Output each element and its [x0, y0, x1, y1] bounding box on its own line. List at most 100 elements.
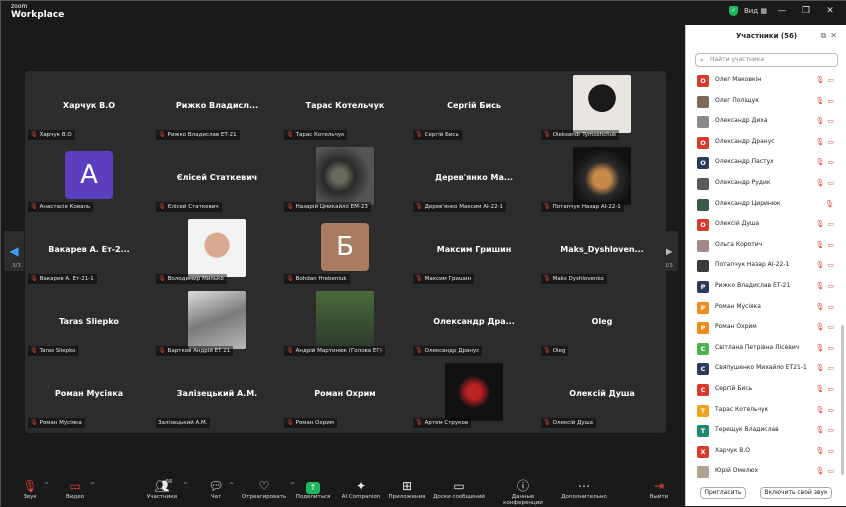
- participant-row[interactable]: Р Роман Охрим 🎙︎▭: [686, 318, 846, 338]
- video-tile[interactable]: Рижко Владисл... 🎙︎ Рижко Владислав ЕТ-21: [153, 71, 281, 143]
- video-button[interactable]: ▭ Видео ^: [63, 478, 95, 500]
- participant-name: Юрій Омелюх: [715, 467, 759, 475]
- video-tile[interactable]: 🎙︎ Потапчук Назар АІ-22-1: [538, 143, 666, 215]
- participant-photo: [316, 147, 374, 205]
- participant-status-icons: 🎙︎▭: [815, 117, 837, 125]
- invite-button[interactable]: Пригласить: [700, 487, 746, 499]
- video-tile[interactable]: 🎙︎ Володимир Милько: [153, 215, 281, 287]
- participant-status-icons: 🎙︎: [825, 200, 837, 208]
- video-tile[interactable]: Б 🎙︎ Bohdan Hrebeniuk: [281, 215, 409, 287]
- participant-row[interactable]: Ольга Коротич 🎙︎▭: [686, 236, 846, 256]
- tile-display-name: Єлісей Статкевич: [176, 173, 258, 182]
- security-shield-icon[interactable]: ✓: [728, 6, 738, 16]
- mic-muted-icon: 🎙︎: [30, 275, 38, 282]
- participant-row[interactable]: Т Тарас Котельчук 🎙︎▭: [686, 401, 846, 421]
- video-tile[interactable]: Сергій Бись 🎙︎ Сергій Бись: [410, 71, 538, 143]
- participant-status-icons: 🎙︎▭: [815, 241, 837, 249]
- participant-row[interactable]: Олег Поліщук 🎙︎▭: [686, 92, 846, 112]
- leave-button[interactable]: ⇥ Выйти: [647, 478, 671, 500]
- view-button[interactable]: Вид ▦: [744, 7, 767, 15]
- participant-row[interactable]: О Олег Маковкін 🎙︎▭: [686, 71, 846, 91]
- participant-row[interactable]: Олександр Диха 🎙︎▭: [686, 112, 846, 132]
- video-tile[interactable]: Роман Охрим 🎙︎ Роман Охрим: [281, 359, 409, 431]
- panel-scrollbar[interactable]: [841, 325, 844, 475]
- mic-muted-icon: 🎙︎: [815, 261, 828, 270]
- participant-row[interactable]: С Світлана Петрівна Лісевич 🎙︎▭: [686, 339, 846, 359]
- tile-label-text: Андрій Мартинюк (Голова ЕГ): [295, 348, 382, 354]
- popout-icon[interactable]: ⧉: [821, 31, 831, 40]
- participant-name: Сергій Бись: [715, 385, 753, 392]
- participant-row[interactable]: Потапчук Назар АІ-22-1 🎙︎▭: [686, 256, 846, 276]
- mic-muted-icon: 🎙︎: [815, 282, 828, 290]
- video-tile[interactable]: 🎙︎ Артем Струков: [410, 359, 538, 431]
- participant-row[interactable]: О Олександр Пастух 🎙︎▭: [686, 153, 846, 173]
- video-label: Видео: [66, 494, 84, 500]
- unmute-button[interactable]: Включить свой звук: [760, 487, 832, 499]
- video-grid: Харчук В.О 🎙︎ Харчук В.О Рижко Владисл... 🎙︎…: [25, 71, 666, 433]
- share-screen-icon: ↑: [295, 478, 331, 494]
- close-icon[interactable]: ✕: [821, 6, 839, 16]
- participant-row[interactable]: О Олексій Душа 🎙︎▭: [686, 215, 846, 235]
- video-tile[interactable]: А 🎙︎ Анастасія Коваль: [25, 143, 153, 215]
- mic-muted-icon: 🎙︎: [158, 275, 166, 282]
- tile-display-name: Олексій Душа: [569, 389, 635, 398]
- audio-caret-icon[interactable]: ^: [44, 482, 49, 489]
- video-off-icon: ▭: [827, 343, 837, 352]
- participant-status-icons: 🎙︎▭: [815, 447, 837, 455]
- participant-avatar: Р: [697, 322, 709, 335]
- participant-row[interactable]: Олександр Циринюк 🎙︎: [686, 195, 846, 215]
- video-tile[interactable]: Олексій Душа 🎙︎ Олексій Душа: [538, 359, 666, 431]
- participant-row[interactable]: Олександр Рудик 🎙︎▭: [686, 174, 846, 194]
- video-tile[interactable]: Oleg 🎙︎ Oleg: [538, 287, 666, 359]
- video-tile[interactable]: Taras Sliepko 🎙︎ Taras Sliepko: [25, 287, 153, 359]
- data-label: Данные конференции: [503, 494, 543, 506]
- panel-close-icon[interactable]: ✕: [830, 31, 841, 40]
- participant-name: Потапчук Назар АІ-22-1: [715, 261, 790, 269]
- tile-name-label: 🎙︎ Анастасія Коваль: [28, 202, 94, 212]
- participant-row[interactable]: Р Роман Мусіяка 🎙︎▭: [686, 298, 846, 318]
- video-off-icon: ▭: [69, 479, 81, 493]
- tile-label-text: Роман Охрим: [295, 420, 334, 426]
- ai-companion-button[interactable]: ✦ AI Companion: [340, 478, 382, 500]
- participant-row[interactable]: С Сергій Бись 🎙︎▭: [686, 380, 846, 400]
- search-participant-input[interactable]: ⌕ Найти участника: [695, 53, 838, 67]
- video-tile[interactable]: Максим Гришин 🎙︎ Максим Гришин: [410, 215, 538, 287]
- video-tile[interactable]: 🎙︎ Назарій Цмикайло ЕМ-23: [281, 143, 409, 215]
- chat-button[interactable]: 💬︎ Чат ^: [206, 478, 234, 500]
- audio-button[interactable]: 🎙︎ Звук ^: [19, 478, 49, 500]
- video-tile[interactable]: Єлісей Статкевич 🎙︎ Єлісей Статкевич: [153, 143, 281, 215]
- restore-icon[interactable]: ❐: [797, 6, 815, 16]
- video-off-icon: ▭: [827, 76, 837, 84]
- video-caret-icon[interactable]: ^: [90, 482, 95, 489]
- video-tile[interactable]: Харчук В.О 🎙︎ Харчук В.О: [25, 71, 153, 143]
- video-tile[interactable]: Роман Мусіяка 🎙︎ Роман Мусіяка: [25, 359, 153, 431]
- tile-name-label: 🎙︎ Олександр Дранус: [413, 346, 483, 356]
- video-tile[interactable]: Вакарев А. Ет-2... 🎙︎ Вакарев А. Ет-21-1: [25, 215, 153, 287]
- video-tile[interactable]: Залізецький А.М. Залізецький А.М.: [153, 359, 281, 431]
- participants-button[interactable]: 👥︎ 56 Участники ^: [144, 478, 188, 500]
- meeting-data-button[interactable]: ⓘ Данные конференции: [491, 478, 555, 506]
- tile-label-text: Oleg: [552, 348, 566, 354]
- participant-row[interactable]: Х Харчук В.О 🎙︎▭: [686, 442, 846, 462]
- more-button[interactable]: ⋯ Дополнительно: [561, 478, 607, 500]
- participant-row[interactable]: Р Рижко Владислав ЕТ-21 🎙︎▭: [686, 277, 846, 297]
- share-button[interactable]: ↑ Поделиться: [295, 478, 331, 500]
- apps-button[interactable]: ⊞ Приложения: [387, 478, 427, 500]
- chat-icon: 💬︎: [208, 479, 224, 493]
- video-tile[interactable]: 🎙︎ Oleksandr Tymoshchuk: [538, 71, 666, 143]
- video-tile[interactable]: 🎙︎ Бартков Андрій ЕТ 21: [153, 287, 281, 359]
- video-tile[interactable]: Олександр Дра... 🎙︎ Олександр Дранус: [410, 287, 538, 359]
- participant-status-icons: 🎙︎▭: [815, 344, 837, 352]
- chat-caret-icon[interactable]: ^: [229, 482, 234, 489]
- participants-caret-icon[interactable]: ^: [183, 482, 188, 489]
- video-tile[interactable]: 🎙︎ Андрій Мартинюк (Голова ЕГ): [281, 287, 409, 359]
- participant-row[interactable]: С Свяпушенко Михайло ЕТ21-1 🎙︎▭: [686, 359, 846, 379]
- video-tile[interactable]: Дерев'янко Ма... 🎙︎ Дерев'янко Максим АІ-2…: [410, 143, 538, 215]
- minimize-icon[interactable]: —: [773, 6, 791, 16]
- video-tile[interactable]: Maks_Dyshloven... 🎙︎ Maks Dyshlovenko: [538, 215, 666, 287]
- react-button[interactable]: ♡ Отреагировать ^: [241, 478, 295, 500]
- whiteboards-button[interactable]: ▭ Доски сообщений: [433, 478, 485, 500]
- participant-row[interactable]: О Олександр Дранус 🎙︎▭: [686, 133, 846, 153]
- video-tile[interactable]: Тарас Котельчук 🎙︎ Тарас Котельчук: [281, 71, 409, 143]
- participant-row[interactable]: Т Терещук Владислав 🎙︎▭: [686, 421, 846, 441]
